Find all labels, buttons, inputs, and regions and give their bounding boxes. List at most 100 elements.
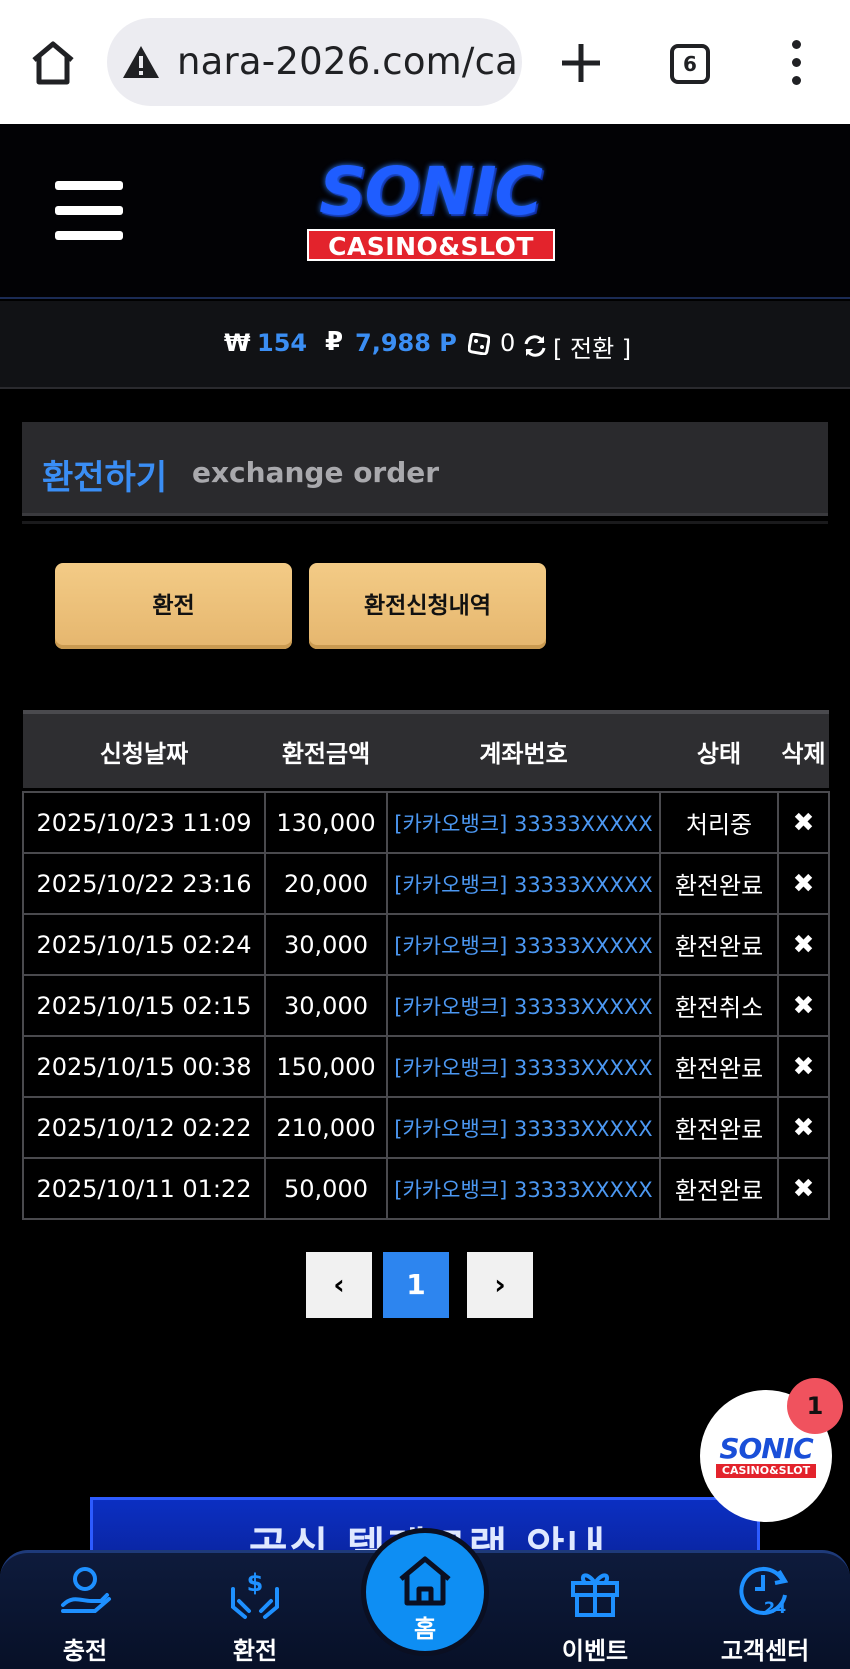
table-row: 2025/10/23 11:09 130,000 [카카오뱅크] 33333XX… — [22, 791, 830, 854]
nav-event[interactable]: 이벤트 — [530, 1561, 660, 1666]
chip-balance: 0 — [500, 329, 516, 357]
delete-icon[interactable]: ✖ — [777, 1096, 830, 1159]
header-delete: 삭제 — [778, 710, 829, 788]
nav-home-label: 홈 — [413, 1615, 437, 1643]
charge-icon — [55, 1561, 115, 1621]
page-title: 환전하기 — [42, 458, 168, 498]
balance-bar: ₩ 154 ₽ 7,988 P 0 [ 전환 ] — [0, 301, 850, 389]
row-date: 2025/10/11 01:22 — [22, 1157, 266, 1220]
row-amount: 150,000 — [264, 1035, 388, 1098]
row-status: 환전완료 — [659, 852, 779, 915]
row-amount: 50,000 — [264, 1157, 388, 1220]
floating-logo-sub: CASINO&SLOT — [716, 1464, 816, 1478]
nav-event-label: 이벤트 — [561, 1637, 629, 1665]
chevron-left-icon[interactable]: ‹ — [306, 1252, 372, 1318]
header-amount: 환전금액 — [265, 710, 387, 788]
row-amount: 210,000 — [264, 1096, 388, 1159]
won-balance: 154 — [257, 329, 308, 357]
page-title-panel: 환전하기 exchange order — [22, 422, 828, 516]
delete-icon[interactable]: ✖ — [777, 852, 830, 915]
nav-charge[interactable]: 충전 — [20, 1561, 150, 1666]
row-date: 2025/10/12 02:22 — [22, 1096, 266, 1159]
gift-icon — [565, 1561, 625, 1621]
row-account: [카카오뱅크] 33333XXXXX — [386, 974, 661, 1037]
table-row: 2025/10/15 00:38 150,000 [카카오뱅크] 33333XX… — [22, 1035, 830, 1098]
delete-icon[interactable]: ✖ — [777, 1157, 830, 1220]
table-row: 2025/10/12 02:22 210,000 [카카오뱅크] 33333XX… — [22, 1096, 830, 1159]
browser-toolbar: nara-2026.com/ca 6 — [0, 0, 850, 124]
home-icon[interactable] — [28, 38, 78, 88]
row-account: [카카오뱅크] 33333XXXXX — [386, 1157, 661, 1220]
menu-dots-icon[interactable] — [784, 40, 808, 86]
point-balance: 7,988 P — [355, 329, 457, 357]
row-amount: 30,000 — [264, 913, 388, 976]
header-account: 계좌번호 — [387, 710, 660, 788]
row-account: [카카오뱅크] 33333XXXXX — [386, 913, 661, 976]
row-amount: 130,000 — [264, 791, 388, 854]
header-status: 상태 — [660, 710, 778, 788]
exchange-button[interactable]: 환전 — [55, 563, 292, 649]
row-status: 처리중 — [659, 791, 779, 854]
row-date: 2025/10/22 23:16 — [22, 852, 266, 915]
warning-icon — [121, 44, 161, 80]
delete-icon[interactable]: ✖ — [777, 1035, 830, 1098]
row-status: 환전완료 — [659, 1157, 779, 1220]
delete-icon[interactable]: ✖ — [777, 974, 830, 1037]
page-subtitle: exchange order — [192, 456, 440, 489]
svg-text:$: $ — [247, 1569, 264, 1597]
row-date: 2025/10/15 02:24 — [22, 913, 266, 976]
url-text: nara-2026.com/ca — [177, 40, 518, 83]
delete-icon[interactable]: ✖ — [777, 791, 830, 854]
row-status: 환전완료 — [659, 913, 779, 976]
row-date: 2025/10/23 11:09 — [22, 791, 266, 854]
row-account: [카카오뱅크] 33333XXXXX — [386, 1035, 661, 1098]
site-logo[interactable]: SONIC CASINO&SLOT — [285, 157, 575, 272]
nav-support[interactable]: 24 고객센터 — [700, 1561, 830, 1666]
switch-button[interactable]: [ 전환 ] — [553, 329, 631, 364]
header-date: 신청날짜 — [23, 710, 265, 788]
table-row: 2025/10/15 02:24 30,000 [카카오뱅크] 33333XXX… — [22, 913, 830, 976]
exchange-history-button[interactable]: 환전신청내역 — [309, 563, 546, 649]
exchange-icon: $ — [225, 1561, 285, 1621]
row-status: 환전완료 — [659, 1035, 779, 1098]
point-symbol: ₽ — [325, 327, 344, 357]
row-date: 2025/10/15 02:15 — [22, 974, 266, 1037]
table-row: 2025/10/15 02:15 30,000 [카카오뱅크] 33333XXX… — [22, 974, 830, 1037]
row-amount: 20,000 — [264, 852, 388, 915]
nav-charge-label: 충전 — [62, 1637, 108, 1665]
home-nav-icon — [399, 1556, 451, 1606]
won-symbol: ₩ — [224, 329, 251, 357]
nav-support-label: 고객센터 — [720, 1637, 810, 1665]
site-header: SONIC CASINO&SLOT — [0, 124, 850, 299]
svg-text:24: 24 — [764, 1598, 786, 1617]
table-row: 2025/10/22 23:16 20,000 [카카오뱅크] 33333XXX… — [22, 852, 830, 915]
row-status: 환전취소 — [659, 974, 779, 1037]
logo-sub-text: CASINO&SLOT — [307, 229, 555, 261]
chip-icon — [467, 332, 491, 356]
nav-exchange[interactable]: $ 환전 — [190, 1561, 320, 1666]
nav-exchange-label: 환전 — [232, 1637, 278, 1665]
floating-logo-main: SONIC — [719, 1432, 813, 1465]
nav-home[interactable]: 홈 — [361, 1528, 489, 1656]
address-bar[interactable]: nara-2026.com/ca — [107, 18, 522, 106]
tabs-count-button[interactable]: 6 — [670, 44, 710, 84]
row-status: 환전완료 — [659, 1096, 779, 1159]
notification-badge: 1 — [787, 1378, 843, 1434]
refresh-icon[interactable] — [522, 333, 548, 359]
row-amount: 30,000 — [264, 974, 388, 1037]
row-account: [카카오뱅크] 33333XXXXX — [386, 791, 661, 854]
delete-icon[interactable]: ✖ — [777, 913, 830, 976]
exchange-table: 신청날짜 환전금액 계좌번호 상태 삭제 2025/10/23 11:09 13… — [22, 710, 830, 1220]
row-date: 2025/10/15 00:38 — [22, 1035, 266, 1098]
logo-main-text: SONIC — [319, 153, 543, 230]
divider — [22, 521, 828, 524]
table-row: 2025/10/11 01:22 50,000 [카카오뱅크] 33333XXX… — [22, 1157, 830, 1220]
row-account: [카카오뱅크] 33333XXXXX — [386, 852, 661, 915]
table-header-row: 신청날짜 환전금액 계좌번호 상태 삭제 — [23, 710, 829, 788]
support-24-icon: 24 — [735, 1561, 795, 1621]
chevron-right-icon[interactable]: › — [467, 1252, 533, 1318]
row-account: [카카오뱅크] 33333XXXXX — [386, 1096, 661, 1159]
page-number-current[interactable]: 1 — [383, 1252, 449, 1318]
new-tab-plus-icon[interactable] — [558, 40, 604, 86]
hamburger-icon[interactable] — [55, 181, 123, 241]
